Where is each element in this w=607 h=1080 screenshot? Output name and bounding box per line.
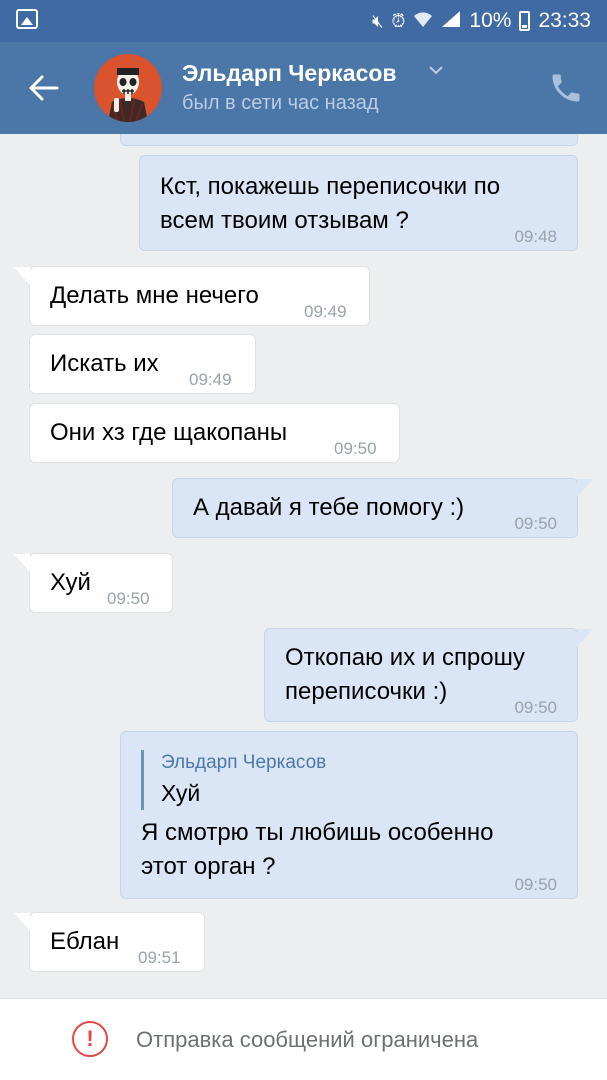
message-bubble-incoming[interactable]: Делать мне нечего 09:49 (14, 266, 370, 326)
back-button[interactable] (22, 66, 66, 110)
message-text: всем твоим отзывам ? (160, 207, 409, 234)
bubble-tail (14, 554, 30, 572)
avatar[interactable] (94, 54, 162, 122)
last-seen-status: был в сети час назад (182, 92, 379, 114)
message-text: Они хз где щакопаны (50, 419, 288, 446)
gallery-notification-icon (16, 9, 38, 29)
clock: 23:33 (538, 9, 591, 32)
chevron-down-icon[interactable] (428, 64, 444, 76)
wifi-icon (413, 10, 433, 33)
message-bubble-partial[interactable] (120, 134, 578, 146)
message-text: Хуй (50, 569, 91, 596)
status-icons: 🔇︎ ⏰︎ 10% 23:33 (372, 8, 591, 34)
contact-name[interactable]: Эльдарп Черкасов (182, 60, 397, 87)
message-text: Я смотрю ты любишь особенно (141, 819, 494, 846)
bubble-tail (577, 479, 593, 497)
message-bubble-incoming[interactable]: Искать их 09:49 (29, 334, 256, 394)
mute-icon: 🔇︎ (372, 10, 384, 31)
message-time: 09:48 (514, 227, 557, 246)
battery-icon (519, 11, 531, 31)
skeleton-avatar-icon (94, 54, 162, 122)
alarm-icon: ⏰︎ (391, 10, 406, 31)
message-text: этот орган ? (141, 853, 276, 880)
message-time: 09:50 (514, 875, 557, 894)
message-bubble-outgoing[interactable]: А давай я тебе помогу :) 09:50 (172, 478, 593, 538)
message-text: Еблан (50, 928, 120, 955)
bubble-tail (14, 913, 30, 931)
message-time: 09:49 (189, 370, 232, 389)
warning-icon: ! (72, 1021, 108, 1057)
back-arrow-icon (29, 75, 59, 101)
message-time: 09:51 (138, 948, 181, 967)
message-text: переписочки :) (285, 678, 448, 705)
status-bar: 🔇︎ ⏰︎ 10% 23:33 (0, 0, 607, 42)
message-text: Кст, покажешь переписочки по (160, 173, 501, 200)
message-time: 09:50 (107, 589, 150, 608)
message-bubble-incoming[interactable]: Еблан 09:51 (14, 912, 205, 972)
quoted-author[interactable]: Эльдарп Черкасов (161, 746, 326, 780)
quoted-text: Хуй (161, 780, 201, 806)
phone-call-icon[interactable] (548, 70, 584, 106)
battery-percent: 10% (469, 9, 512, 32)
message-text: Делать мне нечего (50, 282, 259, 309)
signal-icon (441, 10, 461, 33)
bubble-tail (577, 629, 593, 647)
bubble-tail (14, 267, 30, 285)
message-text: А давай я тебе помогу :) (193, 494, 465, 521)
messaging-restricted-bar: ! Отправка сообщений ограничена (0, 998, 607, 1080)
message-time: 09:50 (334, 439, 377, 458)
quote-bar (141, 750, 144, 810)
message-bubble-outgoing[interactable]: Откопаю их и спрошу переписочки :) 09:50 (264, 628, 593, 722)
message-bubble-incoming[interactable]: Хуй 09:50 (14, 553, 173, 613)
message-time: 09:49 (304, 302, 347, 321)
message-time: 09:50 (514, 514, 557, 533)
message-bubble-outgoing-reply[interactable]: Эльдарп Черкасов Хуй Я смотрю ты любишь … (120, 731, 578, 899)
message-bubble-outgoing[interactable]: Кст, покажешь переписочки по всем твоим … (139, 155, 578, 251)
message-bubble-incoming[interactable]: Они хз где щакопаны 09:50 (29, 403, 400, 463)
message-text: Откопаю их и спрошу (285, 644, 525, 671)
chat-header: Эльдарп Черкасов был в сети час назад (0, 42, 607, 134)
message-list[interactable]: Кст, покажешь переписочки по всем твоим … (0, 134, 607, 998)
restriction-notice: Отправка сообщений ограничена (136, 1027, 479, 1052)
message-text: Искать их (50, 350, 159, 377)
message-time: 09:50 (514, 698, 557, 717)
